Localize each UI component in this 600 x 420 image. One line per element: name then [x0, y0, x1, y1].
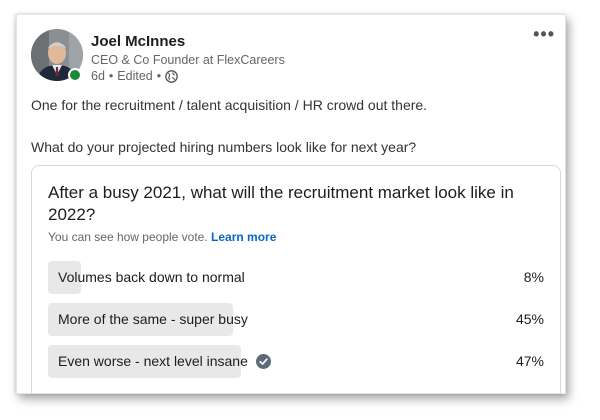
- selected-check-icon: [255, 353, 271, 369]
- poll-note-text: You can see how people vote.: [48, 230, 208, 244]
- author-headline: CEO & Co Founder at FlexCareers: [91, 53, 285, 67]
- poll-visibility-note: You can see how people vote. Learn more: [48, 230, 276, 244]
- more-options-icon[interactable]: •••: [533, 25, 555, 43]
- globe-icon: [165, 69, 178, 83]
- post-text-line: What do your projected hiring numbers lo…: [31, 139, 417, 155]
- poll-option-label: Even worse - next level insane: [58, 353, 248, 369]
- poll-question: After a busy 2021, what will the recruit…: [48, 183, 514, 224]
- post-text-line: One for the recruitment / talent acquisi…: [31, 97, 428, 113]
- author-name[interactable]: Joel McInnes: [91, 33, 185, 50]
- post-card: Joel McInnes CEO & Co Founder at FlexCar…: [16, 14, 566, 394]
- poll-option[interactable]: Even worse - next level insane 47%: [48, 345, 544, 378]
- learn-more-link[interactable]: Learn more: [211, 230, 276, 244]
- poll-option[interactable]: More of the same - super busy 45%: [48, 303, 544, 336]
- post-time: 6d: [91, 69, 105, 83]
- online-status-dot: [68, 68, 82, 82]
- edited-label: Edited: [117, 69, 153, 83]
- poll-option-percent: 45%: [515, 311, 544, 327]
- poll-option-percent: 8%: [523, 269, 544, 285]
- meta-separator: •: [156, 69, 162, 83]
- poll-option-percent: 47%: [515, 353, 544, 369]
- poll-option-label: Volumes back down to normal: [58, 269, 245, 285]
- poll-option-label: More of the same - super busy: [58, 311, 248, 327]
- meta-separator: •: [108, 69, 114, 83]
- poll-option[interactable]: Volumes back down to normal 8%: [48, 261, 544, 294]
- post-meta: 6d • Edited •: [91, 69, 178, 83]
- poll-card: After a busy 2021, what will the recruit…: [31, 165, 561, 393]
